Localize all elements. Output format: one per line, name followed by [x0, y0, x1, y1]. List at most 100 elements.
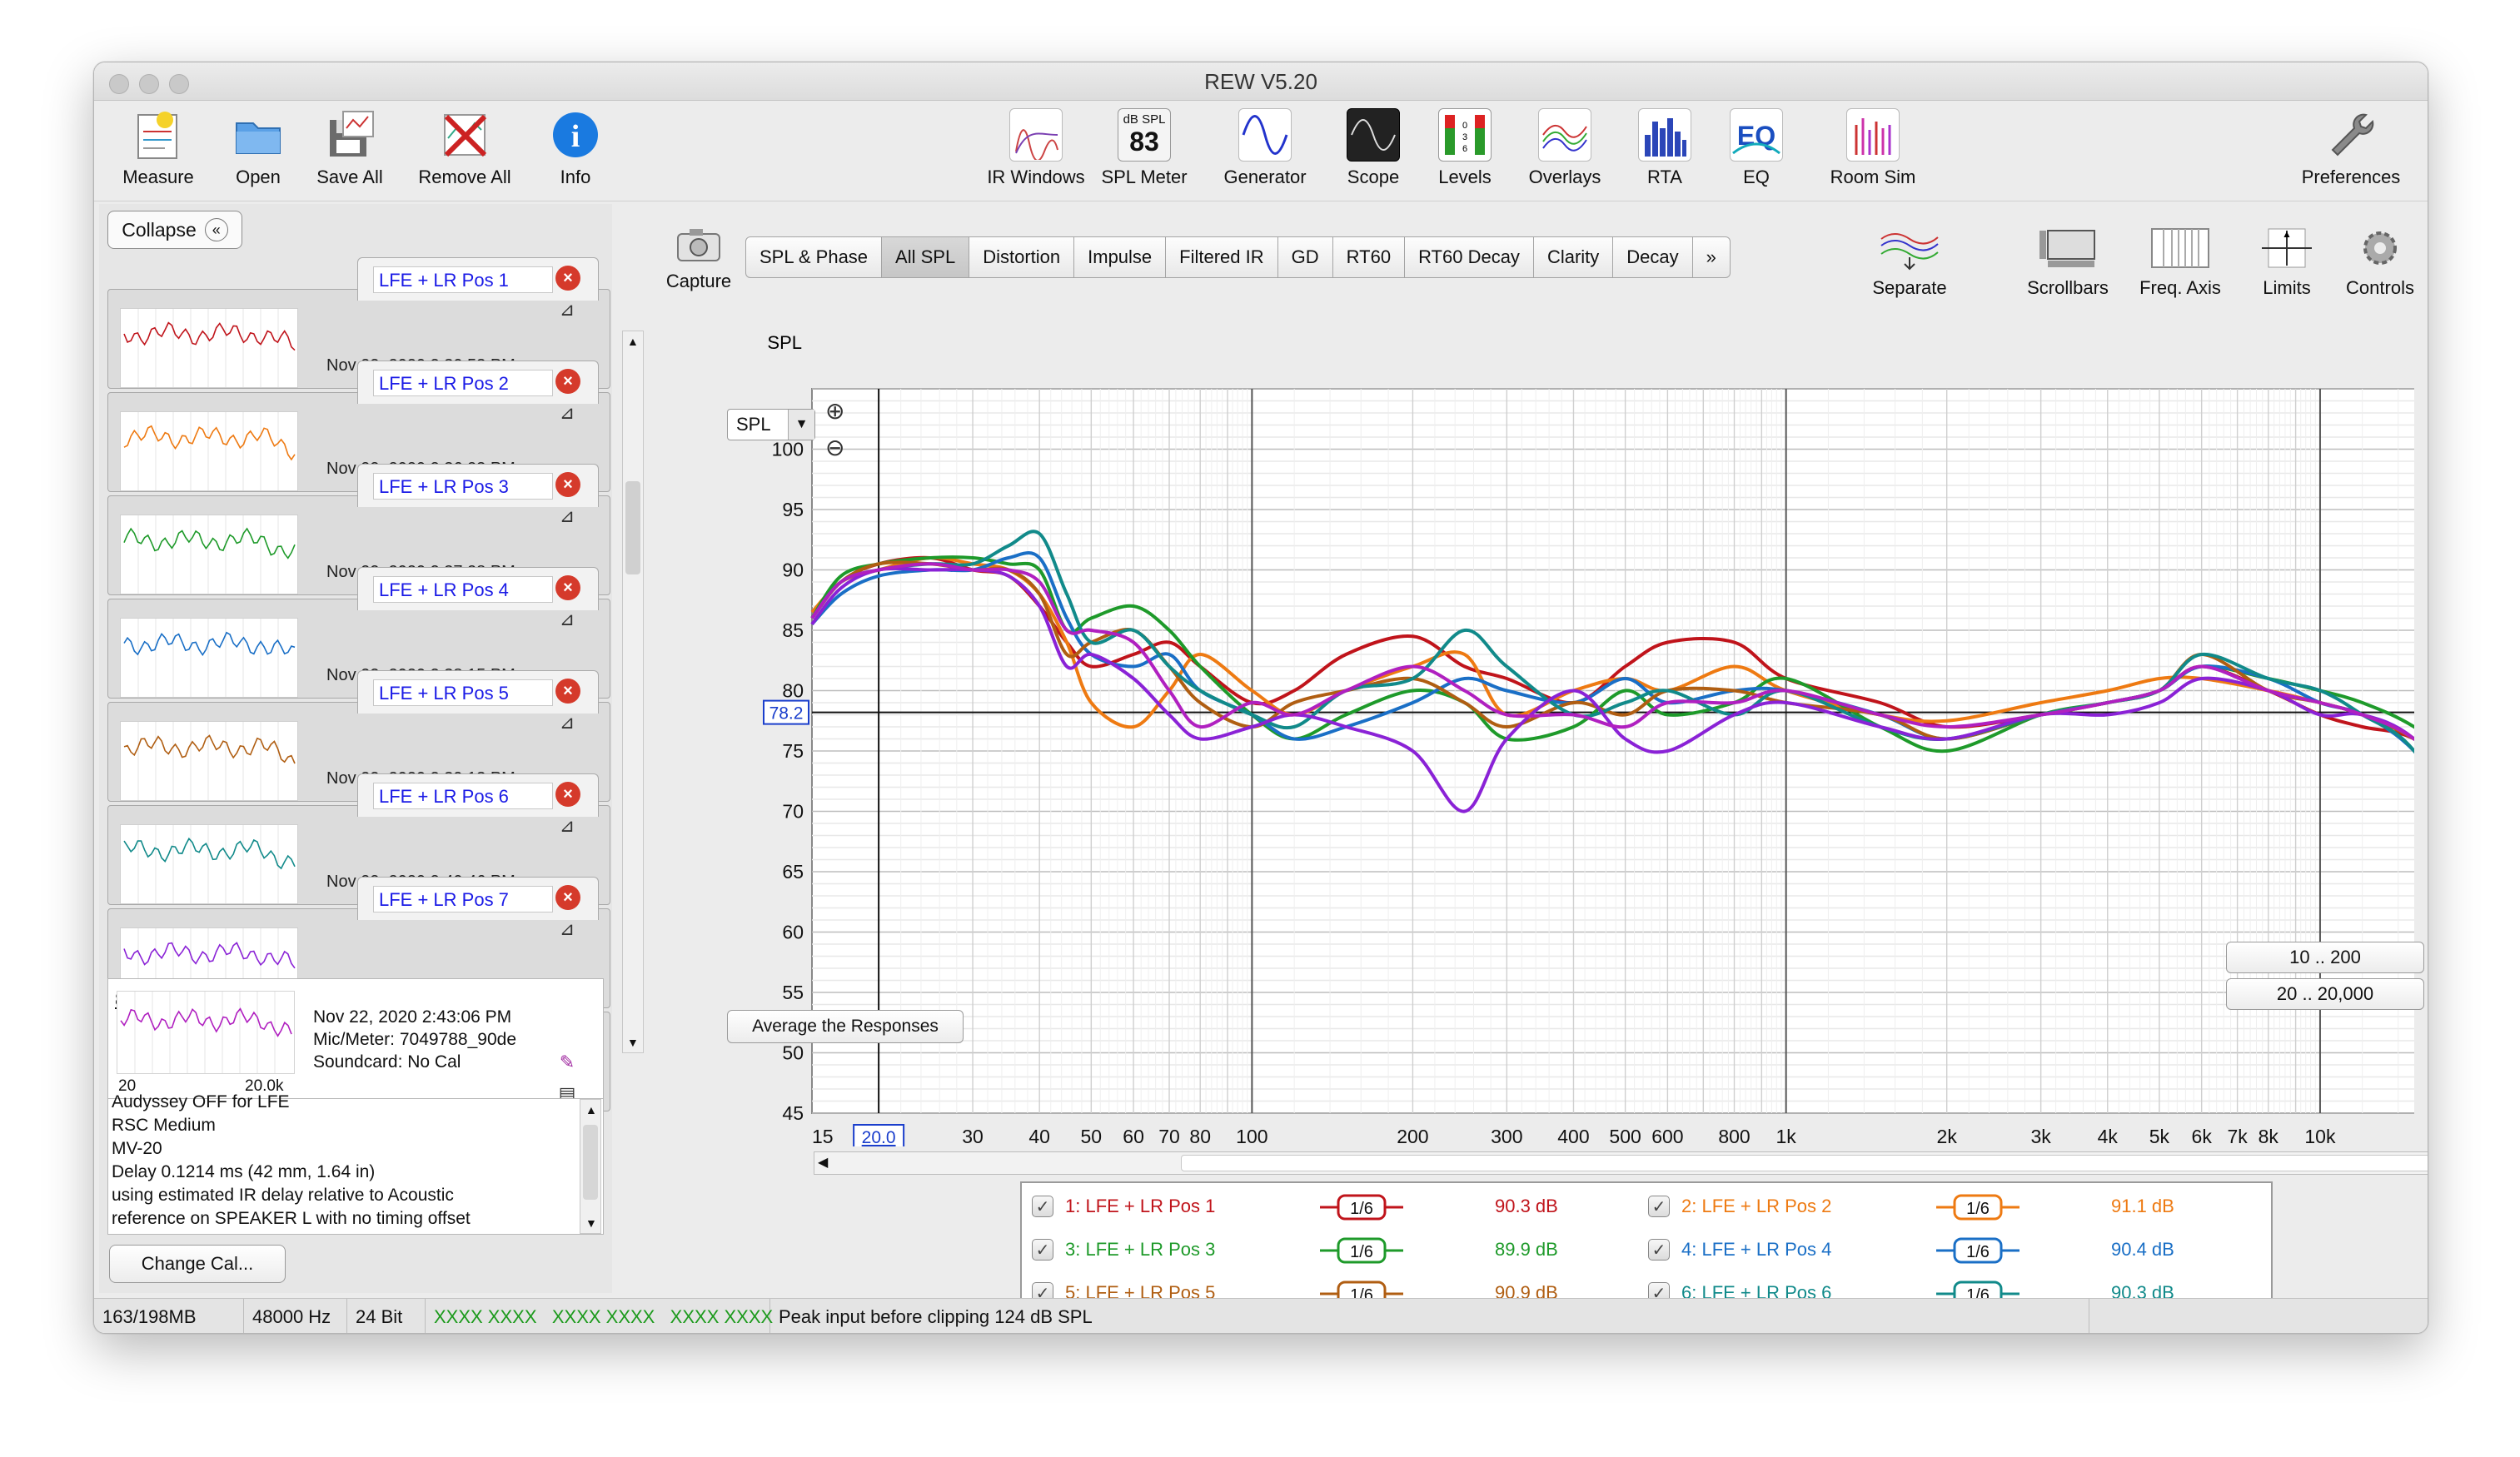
note-line: reference on SPEAKER L with no timing of…	[112, 1209, 471, 1228]
tab-rt60-decay[interactable]: RT60 Decay	[1405, 236, 1534, 278]
scroll-up-icon[interactable]: ▲	[585, 1103, 597, 1116]
remove-measurement-icon[interactable]: ×	[555, 369, 580, 394]
smoothing-selector[interactable]: 1/6	[1320, 1193, 1403, 1221]
measurement-list-scrollbar[interactable]: ▲ ▼	[622, 331, 644, 1053]
measure-button[interactable]: Measure	[104, 108, 212, 188]
generator-button[interactable]: Generator	[1207, 108, 1323, 188]
smoothing-selector[interactable]: 1/6	[1320, 1236, 1403, 1265]
smoothing-selector[interactable]: 1/6	[1936, 1236, 2019, 1265]
y-axis-label: SPL	[767, 332, 802, 353]
legend-item[interactable]: ✓ 3: LFE + LR Pos 3	[1032, 1233, 1215, 1266]
rta-button[interactable]: RTA	[1623, 108, 1706, 188]
chart-edit-icon[interactable]: ⊿	[555, 609, 579, 632]
legend-item[interactable]: ✓ 1: LFE + LR Pos 1	[1032, 1190, 1215, 1223]
spl-meter-button[interactable]: dB SPL 83 SPL Meter	[1090, 108, 1198, 188]
room-sim-button[interactable]: Room Sim	[1815, 108, 1931, 188]
limits-button[interactable]: ▲ Limits	[2241, 226, 2333, 299]
tab-impulse[interactable]: Impulse	[1074, 236, 1167, 278]
scope-button[interactable]: Scope	[1332, 108, 1415, 188]
x-tick-label: 3k	[2030, 1126, 2051, 1146]
x-tick-label: 800	[1718, 1126, 1750, 1146]
chart-edit-icon[interactable]: ⊿	[555, 299, 579, 322]
notes-scroll-thumb[interactable]	[583, 1125, 598, 1200]
measurement-name-field[interactable]: LFE + LR Pos 6	[373, 783, 553, 809]
chart-edit-icon[interactable]: ⊿	[555, 918, 579, 942]
scroll-up-icon[interactable]: ▲	[627, 335, 639, 348]
edit-pen-icon[interactable]: ✎	[555, 1052, 579, 1075]
smoothing-label: 1/6	[1350, 1200, 1373, 1218]
range-20-20000-button[interactable]: 20 .. 20,000	[2226, 978, 2424, 1010]
measurement-name-field[interactable]: LFE + LR Pos 4	[373, 576, 553, 603]
controls-button[interactable]: Controls	[2334, 226, 2426, 299]
measurement-name-field[interactable]: LFE + LR Pos 3	[373, 473, 553, 500]
tab-gd[interactable]: GD	[1277, 236, 1333, 278]
levels-button[interactable]: 036 Levels	[1423, 108, 1507, 188]
x-tick-label: 50	[1081, 1126, 1103, 1146]
remove-all-icon	[438, 108, 491, 162]
measurement-name-field[interactable]: LFE + LR Pos 2	[373, 370, 553, 396]
camera-icon	[675, 226, 723, 264]
change-cal-button[interactable]: Change Cal...	[109, 1245, 286, 1283]
legend-checkbox[interactable]: ✓	[1648, 1196, 1670, 1217]
legend-checkbox[interactable]: ✓	[1648, 1239, 1670, 1261]
legend-item[interactable]: ✓ 2: LFE + LR Pos 2	[1648, 1190, 1831, 1223]
average-responses-button[interactable]: Average the Responses	[727, 1010, 964, 1043]
legend-checkbox[interactable]: ✓	[1032, 1196, 1053, 1217]
scroll-down-icon[interactable]: ▼	[585, 1216, 597, 1230]
measurement-name-field[interactable]: LFE + LR Pos 5	[373, 679, 553, 706]
legend-checkbox[interactable]: ✓	[1032, 1239, 1053, 1261]
remove-measurement-icon[interactable]: ×	[555, 266, 580, 291]
graph-scroll-thumb[interactable]	[1181, 1155, 2428, 1171]
range-10-200-button[interactable]: 10 .. 200	[2226, 942, 2424, 973]
ir-windows-button[interactable]: IR Windows	[982, 108, 1090, 188]
chart-edit-icon[interactable]: ⊿	[555, 712, 579, 735]
info-button[interactable]: i Info	[534, 108, 617, 188]
separate-button[interactable]: Separate	[1851, 226, 1968, 299]
graph-horizontal-scrollbar[interactable]: ◀ ▶	[814, 1151, 2428, 1175]
scrollbars-button[interactable]: Scrollbars	[2010, 226, 2126, 299]
tab-distortion[interactable]: Distortion	[969, 236, 1075, 278]
capture-button[interactable]: Capture	[657, 226, 740, 292]
notes-box[interactable]: Audyssey OFF for LFE RSC Medium MV-20 Delay…	[107, 1092, 604, 1235]
tab-decay[interactable]: Decay	[1613, 236, 1693, 278]
scroll-down-icon[interactable]: ▼	[627, 1036, 639, 1049]
legend-item[interactable]: ✓ 4: LFE + LR Pos 4	[1648, 1233, 1831, 1266]
preferences-button[interactable]: Preferences	[2284, 108, 2418, 188]
overlays-button[interactable]: Overlays	[1515, 108, 1615, 188]
selected-measurement-card: 82020.0kNov 22, 2020 2:43:06 PMMic/Meter…	[107, 978, 604, 1100]
remove-measurement-icon[interactable]: ×	[555, 782, 580, 807]
freq-axis-button[interactable]: Freq. Axis	[2126, 226, 2234, 299]
tab-[interactable]: »	[1692, 236, 1731, 278]
save-all-button[interactable]: Save All	[304, 108, 396, 188]
tab-rt60[interactable]: RT60	[1332, 236, 1406, 278]
tab-filtered-ir[interactable]: Filtered IR	[1166, 236, 1278, 278]
tab-clarity[interactable]: Clarity	[1533, 236, 1614, 278]
spl-selector[interactable]: SPL ▼	[727, 409, 815, 440]
scrollbars-icon	[2036, 226, 2099, 271]
remove-measurement-icon[interactable]: ×	[555, 885, 580, 910]
y-tick-label: 75	[782, 740, 804, 762]
notes-scrollbar[interactable]: ▲ ▼	[580, 1099, 601, 1234]
measurement-name-field[interactable]: LFE + LR Pos 1	[373, 266, 553, 293]
remove-measurement-icon[interactable]: ×	[555, 472, 580, 497]
tab-all-spl[interactable]: All SPL	[882, 236, 970, 278]
remove-measurement-icon[interactable]: ×	[555, 679, 580, 704]
smoothing-selector[interactable]: 1/6	[1936, 1193, 2019, 1221]
chart-edit-icon[interactable]: ⊿	[555, 815, 579, 838]
eq-button[interactable]: EQ EQ	[1715, 108, 1798, 188]
save-icon	[323, 108, 376, 162]
tab-spl-phase[interactable]: SPL & Phase	[745, 236, 883, 278]
open-button[interactable]: Open	[212, 108, 304, 188]
chart-edit-icon[interactable]: ⊿	[555, 402, 579, 425]
remove-all-button[interactable]: Remove All	[402, 108, 527, 188]
remove-measurement-icon[interactable]: ×	[555, 575, 580, 600]
generator-icon	[1238, 108, 1292, 162]
scroll-left-icon[interactable]: ◀	[818, 1154, 828, 1171]
ir-windows-icon	[1009, 108, 1063, 162]
chart-edit-icon[interactable]: ⊿	[555, 505, 579, 529]
list-scroll-thumb[interactable]	[625, 481, 640, 574]
measurement-name-field[interactable]: LFE + LR Pos 7	[373, 886, 553, 912]
collapse-button[interactable]: Collapse «	[107, 211, 242, 249]
room-sim-icon	[1846, 108, 1900, 162]
info-icon: i	[549, 108, 602, 162]
